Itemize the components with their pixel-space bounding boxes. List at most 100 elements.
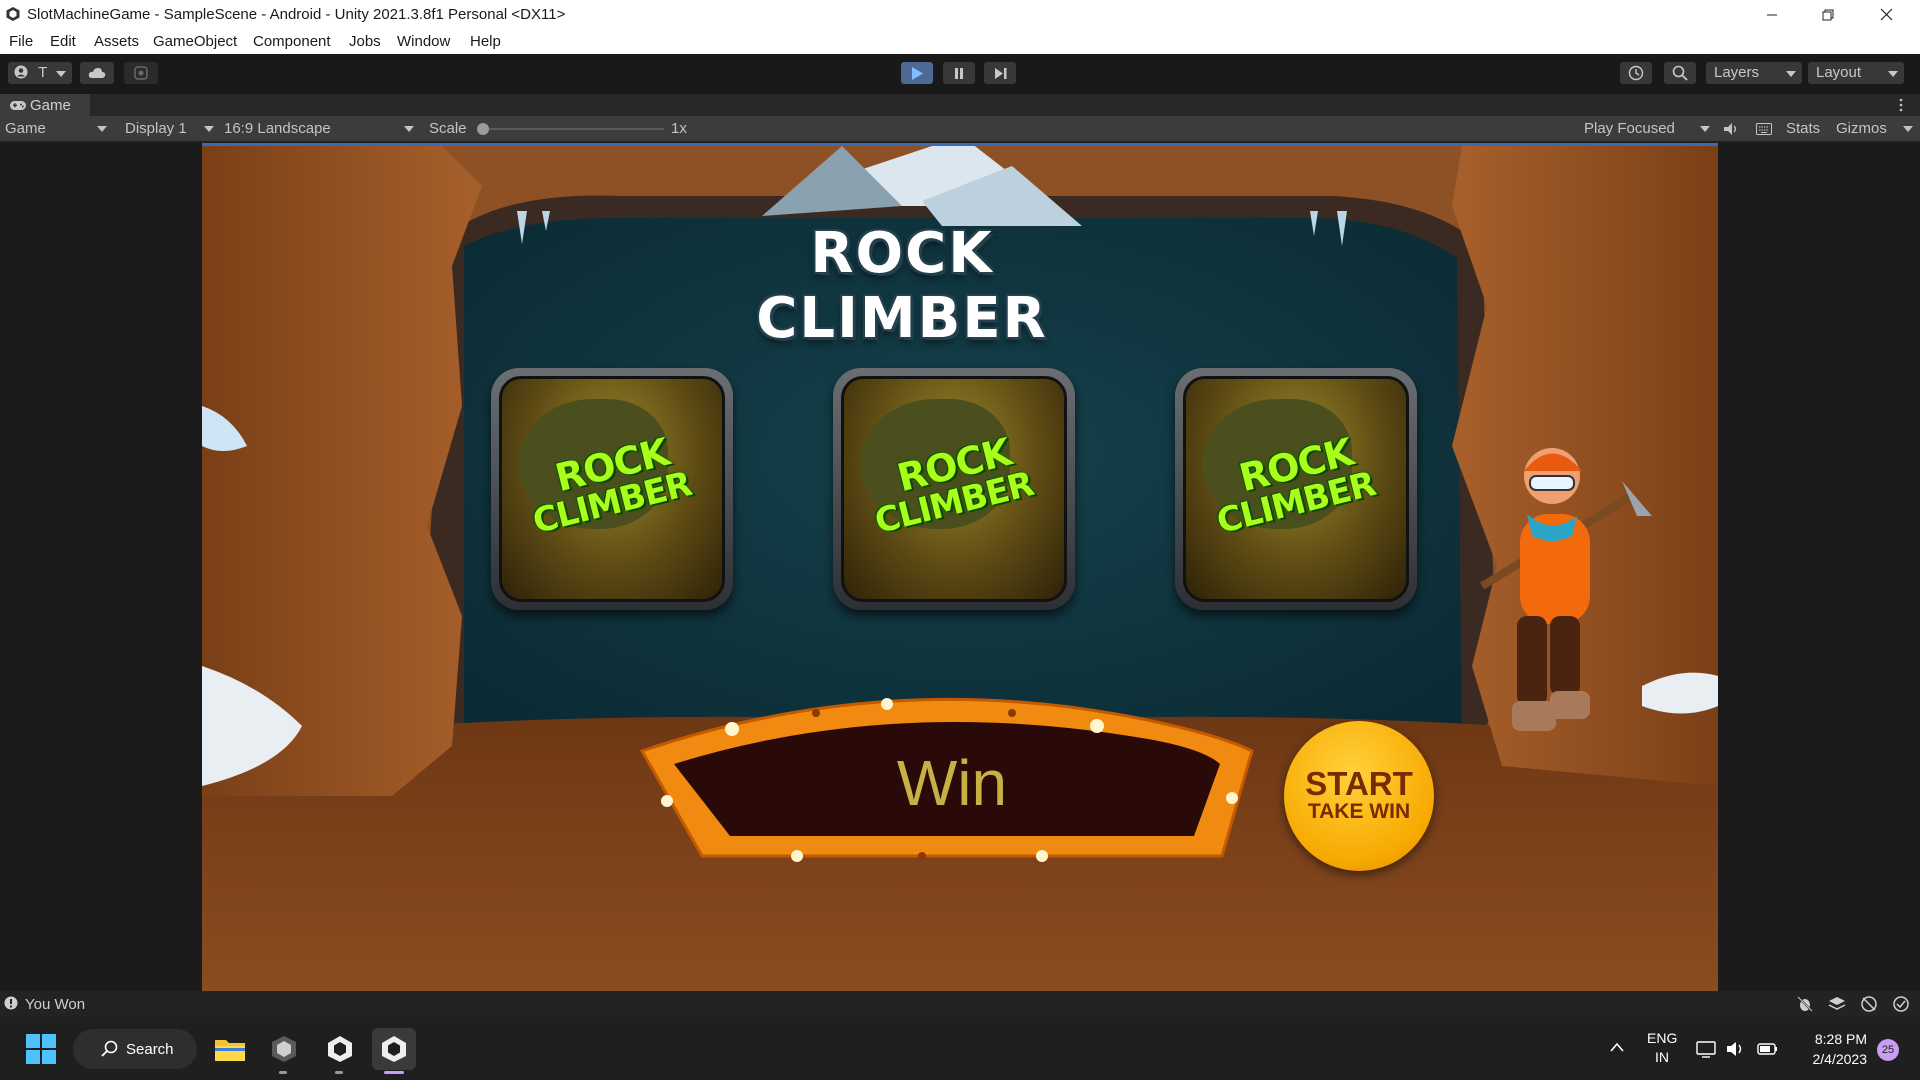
window-title: SlotMachineGame - SampleScene - Android … — [27, 6, 566, 23]
running-indicator — [335, 1071, 343, 1074]
menu-window[interactable]: Window — [397, 33, 450, 50]
folder-icon — [215, 1040, 245, 1061]
play-button[interactable] — [901, 62, 933, 84]
network-icon[interactable] — [1696, 1040, 1716, 1058]
slot-symbol: ROCK CLIMBER — [499, 376, 725, 602]
unity-editor-button[interactable] — [318, 1028, 362, 1074]
restore-button[interactable] — [1800, 0, 1856, 29]
volume-icon[interactable] — [1726, 1040, 1746, 1058]
cloud-button[interactable] — [80, 62, 114, 84]
unity-editor-active-button[interactable] — [372, 1028, 416, 1074]
file-explorer-button[interactable] — [208, 1028, 252, 1070]
win-display: Win — [752, 746, 1152, 820]
game-view-toolbar: Game Display 1 16:9 Landscape Scale 1x P… — [0, 116, 1920, 142]
status-message[interactable]: You Won — [25, 996, 85, 1013]
scale-slider-thumb[interactable] — [477, 123, 489, 135]
menu-help[interactable]: Help — [470, 33, 501, 50]
checkmark-circle-icon[interactable] — [1892, 995, 1910, 1013]
restore-icon — [1822, 9, 1834, 20]
aspect-select[interactable]: 16:9 Landscape — [224, 120, 331, 137]
debug-icon[interactable] — [1796, 995, 1814, 1013]
display-select[interactable]: Display 1 — [125, 120, 187, 137]
history-icon — [1628, 65, 1644, 81]
step-icon — [994, 67, 1006, 79]
clock-time: 8:28 PM — [1814, 1031, 1867, 1047]
language-indicator[interactable]: ENG IN — [1647, 1029, 1677, 1067]
main-toolbar: T Layers Layout — [0, 54, 1920, 94]
clock[interactable]: 8:28 PM 2/4/2023 — [1795, 1029, 1868, 1069]
battery-icon[interactable] — [1757, 1040, 1779, 1058]
unity-hub-button[interactable] — [262, 1028, 306, 1074]
layers-stack-icon[interactable] — [1828, 995, 1846, 1013]
account-icon — [14, 65, 28, 79]
slot-symbol: ROCK CLIMBER — [1183, 376, 1409, 602]
cloud-icon — [88, 68, 106, 78]
menu-edit[interactable]: Edit — [50, 33, 76, 50]
menu-assets[interactable]: Assets — [94, 33, 139, 50]
language-line2: IN — [1655, 1049, 1669, 1065]
search-icon — [101, 1040, 118, 1057]
windows-logo-icon — [26, 1034, 56, 1064]
unity-hub-icon — [272, 1036, 296, 1062]
win-label: Win — [896, 747, 1008, 819]
pause-icon — [955, 67, 963, 79]
start-take-win-button[interactable]: START TAKE WIN — [1284, 721, 1434, 871]
minimize-icon — [1767, 14, 1777, 15]
layers-dropdown[interactable]: Layers — [1706, 62, 1802, 84]
status-bar: You Won — [0, 991, 1920, 1017]
minimize-button[interactable] — [1744, 0, 1800, 29]
notification-badge[interactable]: 25 — [1877, 1039, 1899, 1061]
active-indicator — [384, 1071, 404, 1074]
scale-label: Scale — [429, 120, 467, 137]
pause-button[interactable] — [943, 62, 975, 84]
slot-reel-2: ROCK CLIMBER — [833, 368, 1075, 610]
game-view: ROCK CLIMBER ROCK CLIMBER ROCK CLIMBER R… — [0, 143, 1920, 991]
chevron-down-icon — [97, 126, 107, 132]
slot-reel-1: ROCK CLIMBER — [491, 368, 733, 610]
gizmos-toggle[interactable]: Gizmos — [1836, 120, 1887, 137]
view-select[interactable]: Game — [5, 120, 46, 137]
menu-jobs[interactable]: Jobs — [349, 33, 381, 50]
layout-dropdown[interactable]: Layout — [1808, 62, 1904, 84]
windows-taskbar: Search ENG IN 8:28 PM 2/4/2023 25 — [0, 1017, 1920, 1080]
tab-game[interactable]: Game — [0, 94, 90, 116]
chevron-up-icon[interactable] — [1609, 1041, 1625, 1053]
more-options-icon[interactable] — [1898, 98, 1904, 112]
tab-bar: Game — [0, 94, 1920, 116]
menu-gameobject[interactable]: GameObject — [153, 33, 237, 50]
menu-component[interactable]: Component — [253, 33, 331, 50]
scale-slider-track[interactable] — [482, 128, 664, 130]
take-win-label: TAKE WIN — [1307, 800, 1411, 823]
chevron-down-icon — [1888, 71, 1898, 77]
play-focused-select[interactable]: Play Focused — [1584, 120, 1675, 137]
game-canvas[interactable]: ROCK CLIMBER ROCK CLIMBER ROCK CLIMBER R… — [202, 143, 1718, 991]
step-button[interactable] — [984, 62, 1016, 84]
chevron-down-icon — [204, 126, 214, 132]
search-label: Search — [126, 1040, 174, 1058]
slot-reel-3: ROCK CLIMBER — [1175, 368, 1417, 610]
collab-icon — [134, 66, 148, 80]
menu-file[interactable]: File — [9, 33, 33, 50]
tab-game-label: Game — [30, 96, 71, 114]
chevron-down-icon — [1903, 126, 1913, 132]
start-menu-button[interactable] — [19, 1028, 63, 1070]
undo-history-button[interactable] — [1620, 62, 1652, 84]
keyboard-icon[interactable] — [1756, 122, 1772, 136]
language-line1: ENG — [1647, 1030, 1678, 1046]
close-icon — [1880, 8, 1892, 21]
unity-logo-icon — [6, 7, 20, 21]
cache-server-icon[interactable] — [1860, 995, 1878, 1013]
close-window-button[interactable] — [1858, 0, 1914, 29]
stats-toggle[interactable]: Stats — [1786, 120, 1820, 137]
chevron-down-icon — [1700, 126, 1710, 132]
menu-bar: File Edit Assets GameObject Component Jo… — [0, 29, 1920, 54]
collab-button[interactable] — [124, 62, 158, 84]
chevron-down-icon — [1786, 71, 1796, 77]
gamepad-icon — [10, 101, 26, 110]
search-button[interactable] — [1664, 62, 1696, 84]
scale-value: 1x — [671, 120, 687, 137]
play-icon — [912, 66, 923, 80]
taskbar-search[interactable]: Search — [73, 1029, 197, 1069]
mute-audio-icon[interactable] — [1723, 122, 1739, 136]
account-dropdown[interactable]: T — [8, 62, 72, 84]
